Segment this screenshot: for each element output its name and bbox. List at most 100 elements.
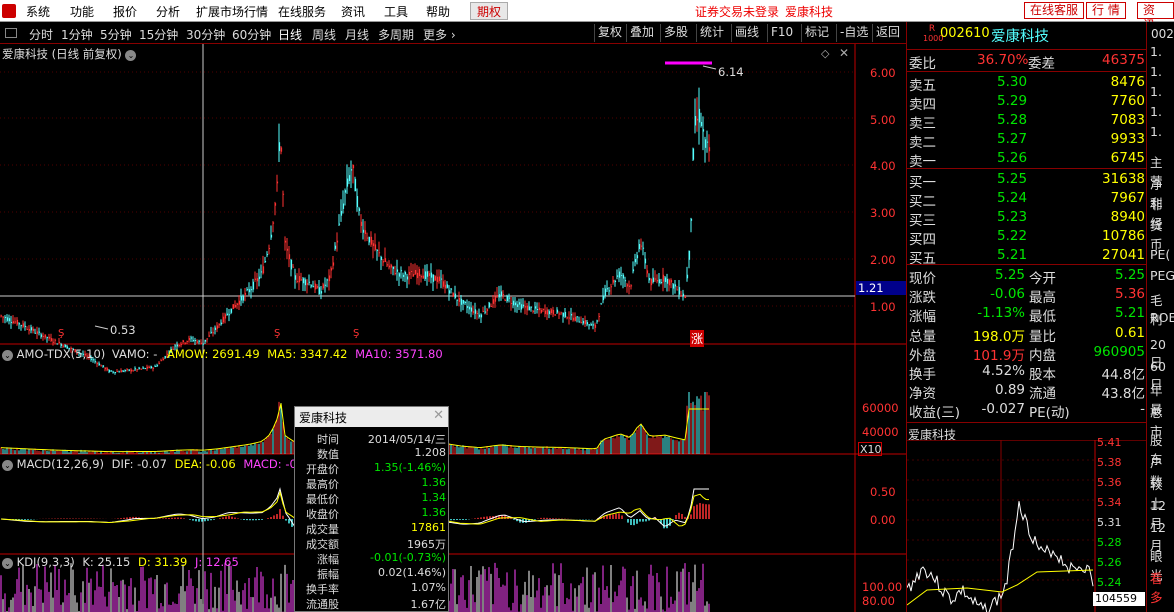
diamond-icon[interactable]: ◇	[821, 47, 829, 60]
candle-body	[96, 363, 99, 365]
candle-body	[460, 298, 463, 305]
candle-body	[12, 321, 15, 324]
candle-body	[404, 272, 407, 275]
candle-body	[558, 313, 561, 315]
bid-row[interactable]: 买三 5.23 8940	[907, 208, 1147, 229]
bid-row[interactable]: 买五 5.21 27041	[907, 246, 1147, 267]
menu-function[interactable]: 功能	[70, 3, 94, 20]
ask-row[interactable]: 卖二 5.27 9933	[907, 130, 1147, 151]
candle-body	[236, 303, 239, 306]
stat-row: 净资 0.89 流通 43.8亿	[909, 382, 1145, 403]
bid-row[interactable]: 买二 5.24 7967	[907, 189, 1147, 210]
popup-row-value: 1.208	[414, 446, 447, 459]
kline-chart-area[interactable]: ŞŞŞ	[0, 44, 906, 612]
panel-chevron-icon[interactable]: ⌄	[2, 558, 13, 569]
candle-body	[420, 275, 423, 278]
menu-options[interactable]: 期权	[470, 2, 509, 20]
candle-body	[514, 302, 517, 306]
panel-chevron-icon[interactable]: ⌄	[2, 350, 13, 361]
candle-body	[540, 309, 543, 313]
back-button[interactable]: 返回	[872, 24, 903, 42]
candle-body	[342, 203, 345, 209]
candle-body	[380, 256, 383, 260]
candle-body	[186, 341, 189, 343]
menu-quote[interactable]: 报价	[113, 3, 137, 20]
candle-body	[444, 284, 447, 289]
ask-row[interactable]: 卖三 5.28 7083	[907, 111, 1147, 132]
menu-system[interactable]: 系统	[26, 3, 50, 20]
menu-analysis[interactable]: 分析	[156, 3, 180, 20]
overlay-button[interactable]: 叠加	[626, 24, 657, 42]
ask-row[interactable]: 卖一 5.26 6745	[907, 149, 1147, 170]
ask-row[interactable]: 卖五 5.30 8476	[907, 73, 1147, 94]
fuquan-button[interactable]: 复权	[594, 24, 625, 42]
candle-body	[312, 286, 315, 288]
stat-row: 总量 198.0万 量比 0.61	[909, 324, 1145, 345]
menu-online[interactable]: 在线服务	[278, 3, 326, 20]
candle-body	[490, 305, 493, 307]
period-fenshi[interactable]: 分时	[29, 26, 53, 43]
panel-chevron-icon[interactable]: ⌄	[2, 460, 13, 471]
candle-body	[48, 336, 51, 339]
menu-news[interactable]: 资讯	[341, 3, 365, 20]
ask-row[interactable]: 卖四 5.29 7760	[907, 92, 1147, 113]
candle-body	[480, 314, 483, 318]
candle-body	[488, 302, 491, 308]
candle-body	[630, 285, 633, 287]
candle-body	[6, 317, 9, 321]
popup-row: 数值 1.208	[295, 446, 450, 461]
candle-body	[232, 304, 235, 309]
f10-button[interactable]: F10	[767, 24, 796, 42]
add-watchlist-button[interactable]: -自选	[836, 24, 871, 42]
period-15min[interactable]: 15分钟	[139, 26, 178, 43]
menu-tools[interactable]: 工具	[384, 3, 408, 20]
period-1min[interactable]: 1分钟	[61, 26, 93, 43]
candle-body	[704, 139, 707, 148]
chevron-down-icon[interactable]: ⌄	[125, 50, 137, 61]
candle-body	[188, 337, 191, 341]
candle-body	[570, 314, 573, 316]
period-30min[interactable]: 30分钟	[186, 26, 225, 43]
bid-row[interactable]: 买一 5.25 31638	[907, 170, 1147, 191]
menu-ext-market[interactable]: 扩展市场行情	[196, 3, 268, 20]
popup-header[interactable]: 爱康科技 ✕	[295, 407, 448, 427]
candle-body	[396, 269, 399, 272]
period-monthly[interactable]: 月线	[345, 26, 369, 43]
period-daily[interactable]: 日线	[278, 26, 302, 43]
quote-button[interactable]: 行 情	[1086, 2, 1126, 19]
info-button[interactable]: 资 讯	[1137, 2, 1174, 32]
draw-line-button[interactable]: 画线	[731, 24, 762, 42]
mark-button[interactable]: 标记	[801, 24, 832, 42]
period-more[interactable]: 更多 ›	[423, 26, 456, 43]
multi-stock-button[interactable]: 多股	[660, 24, 691, 42]
popup-row: 时间 2014/05/14/三	[295, 431, 450, 446]
bid-row[interactable]: 买四 5.22 10786	[907, 227, 1147, 248]
stat-row: 现价 5.25 今开 5.25	[909, 267, 1145, 287]
menu-bar: 系统 功能 报价 分析 扩展市场行情 在线服务 资讯 工具 帮助 期权 证券交易…	[0, 0, 1174, 32]
close-chart-icon[interactable]: ✕	[839, 46, 849, 60]
candle-body	[552, 309, 555, 315]
f10-side-panel: 002 1. 1. 1. 1. 1. 主营 净利 非经 货币 PE(PEG 毛利 ROE 20日 60日年…	[1146, 22, 1174, 612]
candle-body	[294, 275, 297, 280]
online-service-button[interactable]: 在线客服	[1024, 2, 1085, 19]
period-60min[interactable]: 60分钟	[232, 26, 271, 43]
close-icon[interactable]: ✕	[433, 408, 444, 423]
candle-body	[152, 367, 155, 369]
candle-body	[682, 293, 685, 297]
candle-body	[432, 274, 435, 282]
bar-info-popup[interactable]: 爱康科技 ✕ 时间 2014/05/14/三 数值 1.208 开盘价 1.35(-1.4…	[294, 406, 449, 612]
candle-body	[124, 369, 127, 371]
candle-body	[618, 271, 621, 278]
mini-y-tick: 5.28	[1097, 536, 1122, 549]
candle-body	[212, 332, 215, 334]
candle-body	[348, 175, 351, 182]
toolbar-toggle-icon[interactable]	[5, 28, 17, 38]
period-multi[interactable]: 多周期	[378, 26, 414, 43]
menu-help[interactable]: 帮助	[426, 3, 450, 20]
period-weekly[interactable]: 周线	[312, 26, 336, 43]
candle-body	[672, 284, 675, 289]
period-5min[interactable]: 5分钟	[100, 26, 132, 43]
candle-body	[428, 273, 431, 276]
candle-body	[94, 361, 97, 363]
stats-button[interactable]: 统计	[696, 24, 727, 42]
